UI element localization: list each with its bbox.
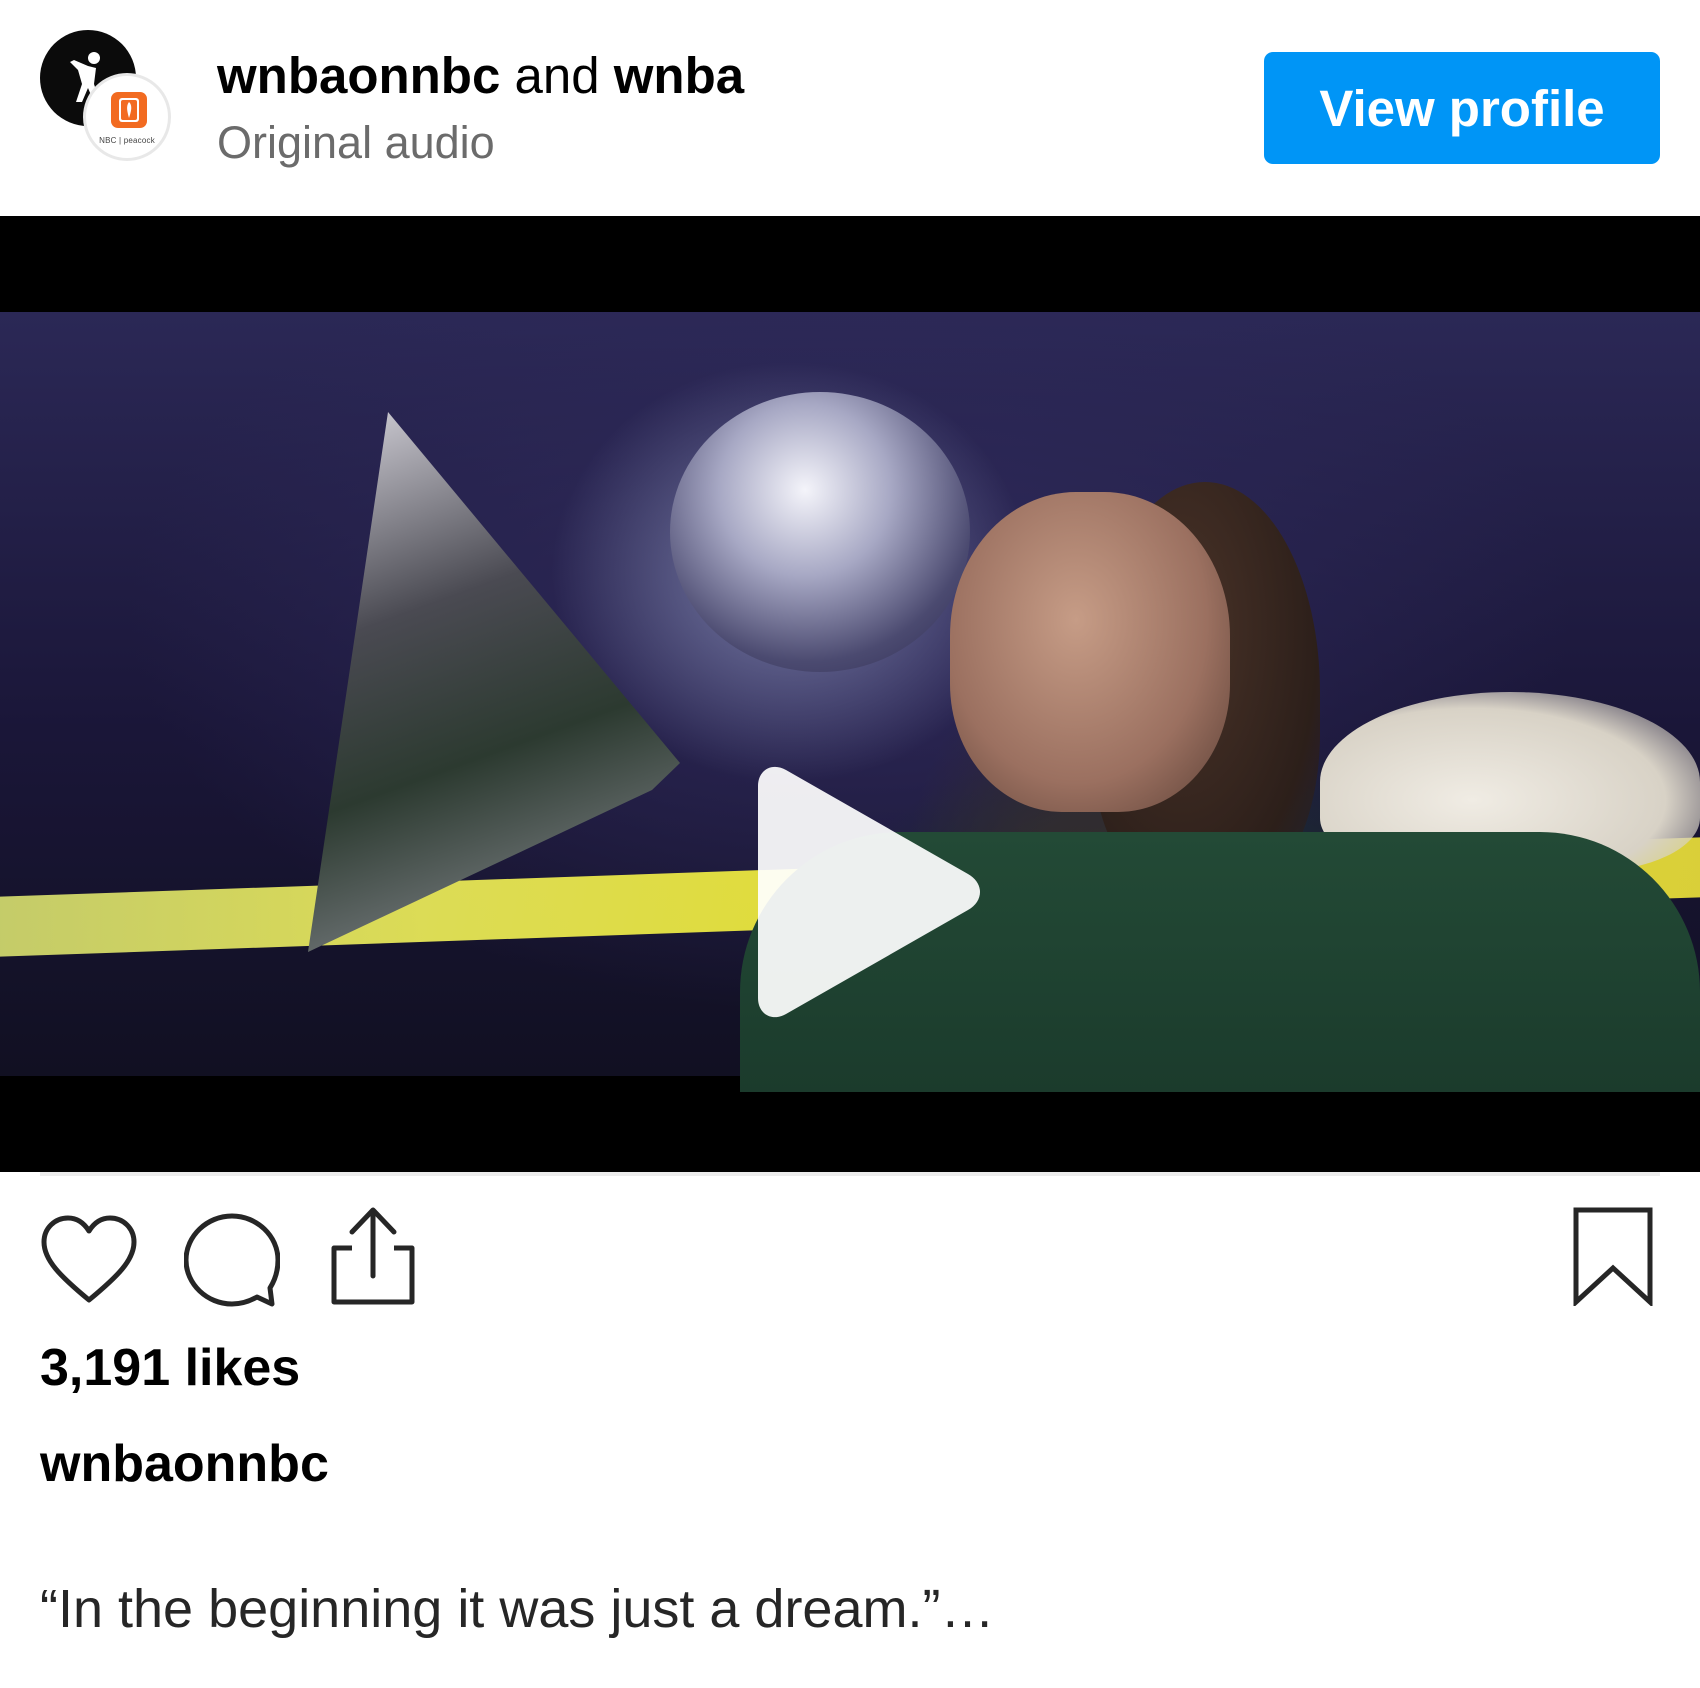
video-player[interactable] xyxy=(0,216,1700,1172)
account-link-wnbaonnbc[interactable]: wnbaonnbc xyxy=(217,47,500,104)
account-link-wnba[interactable]: wnba xyxy=(614,47,744,104)
view-profile-button[interactable]: View profile xyxy=(1264,52,1660,164)
avatar-group[interactable]: NBC | peacock xyxy=(40,30,180,170)
bookmark-icon[interactable] xyxy=(1572,1206,1654,1306)
trophy-blade xyxy=(308,412,680,952)
divider xyxy=(40,1172,1660,1176)
play-icon[interactable] xyxy=(740,762,990,1022)
heart-icon[interactable] xyxy=(40,1214,138,1306)
player-face xyxy=(950,492,1230,812)
comment-icon[interactable] xyxy=(184,1212,280,1308)
trophy-ball xyxy=(670,392,970,672)
logo-caption: NBC | peacock xyxy=(99,136,155,145)
audio-link[interactable]: Original audio xyxy=(217,116,495,170)
accounts-connector: and xyxy=(514,47,600,104)
avatar-wnbaonnbc[interactable]: NBC | peacock xyxy=(83,73,171,161)
caption-username[interactable]: wnbaonnbc xyxy=(40,1432,329,1496)
post-header: NBC | peacock wnbaonnbc and wnba Origina… xyxy=(0,0,1700,216)
likes-count[interactable]: 3,191 likes xyxy=(40,1336,300,1400)
share-icon[interactable] xyxy=(328,1206,418,1306)
caption-text[interactable]: “In the beginning it was just a dream.”… xyxy=(40,1576,994,1642)
wnba-logo-icon xyxy=(111,92,147,128)
post-accounts: wnbaonnbc and wnba xyxy=(217,46,744,106)
